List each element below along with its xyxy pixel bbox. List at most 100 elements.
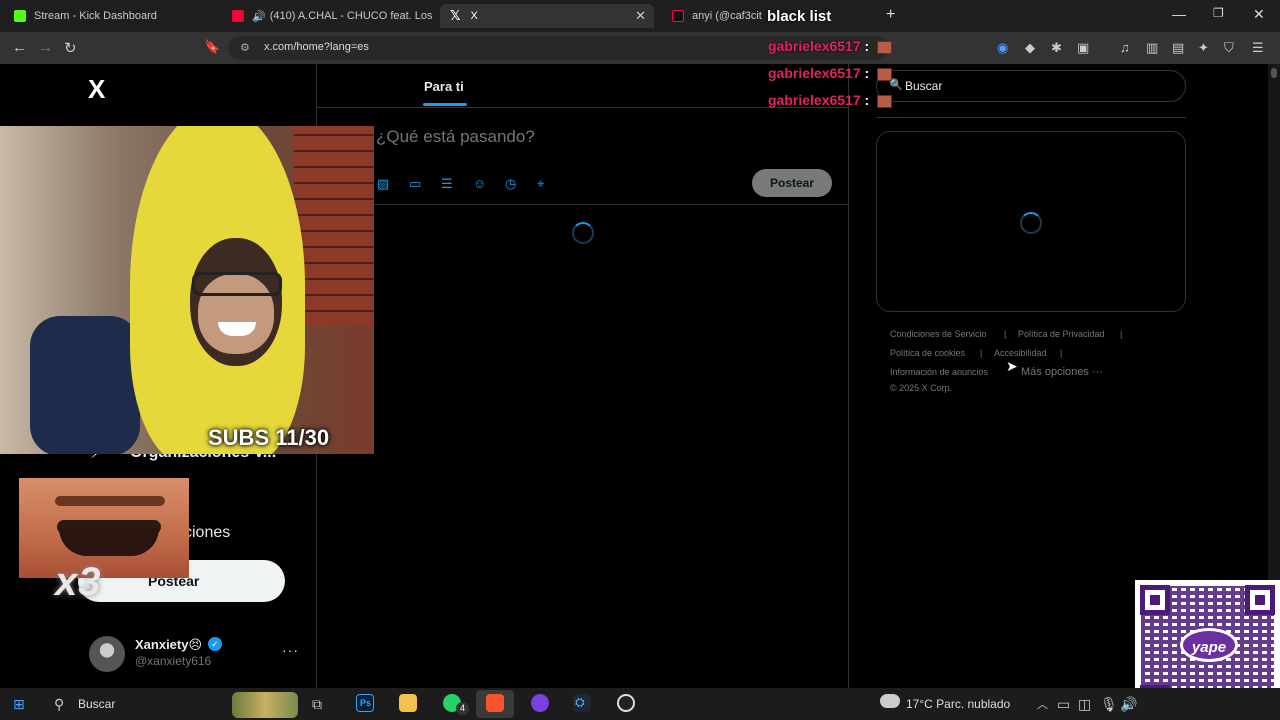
verified-badge-icon: ✓ <box>208 637 222 651</box>
reload-icon[interactable]: ↻ <box>64 39 77 57</box>
screenshot-icon[interactable]: ▣ <box>1077 40 1089 56</box>
x-logo-icon[interactable]: X <box>88 74 105 105</box>
poll-icon[interactable]: ☰ <box>441 176 453 192</box>
task-view-icon[interactable]: ⧉ <box>312 696 322 713</box>
tab-for-you[interactable]: Para ti <box>424 79 464 94</box>
sidebar-icon[interactable]: ▥ <box>1146 40 1158 56</box>
search-highlight-image <box>232 692 298 718</box>
audio-icon[interactable]: ◉ <box>997 40 1008 56</box>
footer-cookies-link[interactable]: Política de cookies <box>890 348 965 358</box>
whatsapp-icon[interactable]: 4 <box>443 694 469 715</box>
tab-kick-dashboard[interactable]: Stream - Kick Dashboard <box>4 4 222 28</box>
wallet-icon[interactable]: ▤ <box>1172 40 1184 56</box>
chat-username: gabrielex6517 <box>768 38 861 54</box>
meme-mouth <box>59 528 159 556</box>
camera-icon[interactable]: ◫ <box>1078 696 1091 713</box>
location-icon[interactable]: ⌖ <box>537 176 544 192</box>
taskbar-search-placeholder[interactable]: Buscar <box>78 697 115 711</box>
tab-title: X <box>470 10 478 22</box>
timeline-loading-spinner <box>572 222 594 244</box>
x-favicon-icon: 𝕏 <box>450 8 461 23</box>
brave-rewards-icon[interactable]: ◆ <box>1025 40 1035 56</box>
schedule-icon[interactable]: ◷ <box>505 176 516 192</box>
footer-terms-link[interactable]: Condiciones de Servicio <box>890 329 987 339</box>
meme-face-overlay <box>19 478 189 578</box>
footer-ads-link[interactable]: Información de anuncios <box>890 367 988 377</box>
close-window-icon[interactable]: ✕ <box>1253 6 1265 23</box>
chat-separator: : <box>864 38 870 54</box>
close-tab-icon[interactable]: ✕ <box>635 8 646 24</box>
meme-eyes <box>55 496 165 506</box>
recording-app-icon[interactable] <box>617 694 635 712</box>
music-icon[interactable]: ♫ <box>1120 40 1130 55</box>
browser-toolbar: ← → ↻ 🔖 ⚙ x.com/home?lang=es ◉ ◆ ✱ ▣ ♫ ▥… <box>0 32 1280 64</box>
footer-separator: | <box>1060 348 1063 358</box>
obs-icon[interactable] <box>531 694 549 712</box>
footer-copyright: © 2025 X Corp. <box>890 383 953 393</box>
chat-separator: : <box>864 65 870 81</box>
url-text[interactable]: x.com/home?lang=es <box>264 41 369 53</box>
trends-loading-spinner <box>1020 212 1042 234</box>
windows-start-icon[interactable]: ⊞ <box>13 696 25 713</box>
qr-finder <box>1245 585 1275 615</box>
search-divider <box>876 117 1186 118</box>
blacklist-title: black list <box>767 8 832 25</box>
account-more-icon[interactable]: ··· <box>282 642 299 658</box>
chat-separator: : <box>864 92 870 108</box>
windows-taskbar: ⊞ ⚲ ⧉ ︿ ▭ ◫ 🎙 🔊 <box>0 688 1280 720</box>
right-divider <box>848 64 849 688</box>
compose-post-button[interactable]: Postear <box>752 169 832 197</box>
network-icon[interactable]: ▭ <box>1057 696 1070 713</box>
tab-title: Stream - Kick Dashboard <box>34 10 157 22</box>
minimize-icon[interactable]: — <box>1172 6 1186 22</box>
compose-input[interactable]: ¿Qué está pasando? <box>376 127 535 147</box>
back-icon[interactable]: ← <box>12 39 27 56</box>
subs-counter: SUBS 11/30 <box>208 425 330 450</box>
volume-icon[interactable]: 🔊 <box>1120 696 1137 713</box>
footer-privacy-link[interactable]: Política de Privacidad <box>1018 329 1105 339</box>
microphone-icon[interactable]: 🎙 <box>1100 696 1118 713</box>
browser-tab-bar: Stream - Kick Dashboard 🔊 (410) A.CHAL -… <box>0 0 1280 32</box>
tab-x[interactable]: 𝕏 X ✕ <box>440 4 654 28</box>
nav-more-options[interactable]: ciones <box>184 524 230 542</box>
chat-message: gabrielex6517 : <box>768 38 893 54</box>
brave-browser-icon[interactable] <box>486 694 504 712</box>
file-explorer-icon[interactable] <box>399 694 417 712</box>
emoji-icon[interactable]: ☺ <box>473 176 486 191</box>
footer-separator: | <box>980 348 983 358</box>
multiplier-label: x3 <box>55 560 102 604</box>
tab-youtube[interactable]: 🔊 (410) A.CHAL - CHUCO feat. Los <box>222 4 432 28</box>
bookmark-icon[interactable]: 🔖 <box>204 39 220 55</box>
restore-icon[interactable]: ❐ <box>1213 6 1224 20</box>
whatsapp-badge: 4 <box>456 702 469 715</box>
extensions-icon[interactable]: ✱ <box>1051 40 1062 56</box>
emote-icon <box>877 40 893 54</box>
image-icon[interactable]: ▨ <box>377 176 389 192</box>
footer-accessibility-link[interactable]: Accesibilidad <box>994 348 1047 358</box>
tiktok-icon <box>672 10 684 22</box>
qr-finder <box>1140 585 1170 615</box>
account-name[interactable]: Xanxiety😣 <box>135 637 202 653</box>
photoshop-icon[interactable]: Ps <box>356 694 374 712</box>
tray-chevron-icon[interactable]: ︿ <box>1037 696 1048 712</box>
menu-icon[interactable]: ☰ <box>1252 40 1264 56</box>
account-handle[interactable]: @xanxiety616 <box>135 654 211 668</box>
footer-more-link[interactable]: Más opciones ··· <box>1021 366 1103 378</box>
steam-icon[interactable]: ⛭ <box>573 694 591 712</box>
webcam-overlay: SUBS 11/30 <box>0 126 374 454</box>
chat-message: gabrielex6517 : <box>768 65 893 81</box>
compose-divider <box>316 204 848 205</box>
new-tab-button[interactable]: + <box>886 6 895 24</box>
tab-tiktok[interactable]: anyi (@caf3cito <box>662 4 762 28</box>
weather-status[interactable]: 17°C Parc. nublado <box>906 697 1010 711</box>
forward-icon[interactable]: → <box>38 39 53 56</box>
leo-icon[interactable]: ✦ <box>1198 40 1209 56</box>
avatar[interactable] <box>89 636 125 672</box>
taskbar-search-icon[interactable]: ⚲ <box>54 696 64 713</box>
mouse-cursor-icon: ➤ <box>1006 358 1018 374</box>
tab-title: anyi (@caf3cito <box>692 10 762 22</box>
site-settings-icon[interactable]: ⚙ <box>240 41 250 54</box>
vpn-shield-icon[interactable]: ⛉ <box>1224 40 1234 56</box>
tab-title: (410) A.CHAL - CHUCO feat. Los <box>269 10 432 22</box>
gif-icon[interactable]: ▭ <box>409 176 421 192</box>
